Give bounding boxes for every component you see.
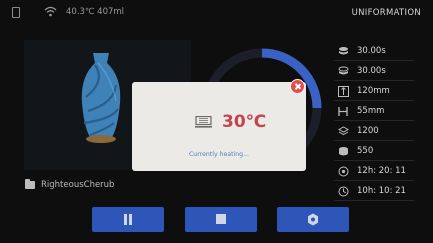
- height-icon: [338, 85, 349, 97]
- layers-icon: [338, 125, 349, 137]
- stat-row: 120mm: [334, 82, 414, 101]
- sd-card-icon: [12, 7, 20, 18]
- stat-value: 550: [357, 146, 374, 156]
- stat-value: 1200: [357, 126, 379, 136]
- stat-value: 120mm: [357, 86, 390, 96]
- status-bar: 40.3℃ 407ml UNIFORMATION: [0, 0, 433, 26]
- settings-button[interactable]: [277, 207, 349, 232]
- stat-row: 30.00s: [334, 42, 414, 61]
- layer-time-icon: [338, 66, 349, 77]
- heating-plate-icon: [195, 116, 212, 128]
- heating-message: Currently heating...: [188, 151, 249, 158]
- close-dialog-button[interactable]: [290, 79, 305, 94]
- layer-time-icon: [338, 46, 349, 57]
- print-stats: 30.00s 30.00s 120mm 55mm 1200 550 12h: 2…: [334, 42, 414, 202]
- width-icon: [338, 106, 349, 117]
- stat-value: 10h: 10: 21: [357, 186, 406, 196]
- gear-icon: [308, 213, 318, 226]
- pause-icon: [123, 214, 133, 225]
- stat-row: 10h: 10: 21: [334, 182, 414, 201]
- status-text: 40.3℃ 407ml: [66, 7, 125, 17]
- stat-value: 55mm: [357, 106, 385, 116]
- stat-row: 1200: [334, 122, 414, 141]
- folder-icon: [25, 179, 35, 189]
- heating-temperature: 30℃: [222, 112, 267, 132]
- file-name: RighteousCherub: [41, 180, 115, 190]
- stop-button[interactable]: [185, 207, 257, 232]
- stat-row: 30.00s: [334, 62, 414, 81]
- stat-value: 30.00s: [357, 66, 386, 76]
- stat-value: 12h: 20: 11: [357, 166, 406, 176]
- resin-icon: [338, 146, 349, 157]
- clock-icon: [338, 166, 349, 177]
- stop-icon: [216, 214, 226, 224]
- stat-row: 55mm: [334, 102, 414, 121]
- wifi-icon: [44, 6, 57, 17]
- pause-button[interactable]: [92, 207, 164, 232]
- stat-row: 550: [334, 142, 414, 161]
- stat-row: 12h: 20: 11: [334, 162, 414, 181]
- vase-model-icon: [81, 53, 121, 143]
- brand-logo: UNIFORMATION: [351, 8, 421, 18]
- stat-value: 30.00s: [357, 46, 386, 56]
- file-name-row: RighteousCherub: [25, 179, 115, 190]
- clock-icon: [338, 186, 349, 197]
